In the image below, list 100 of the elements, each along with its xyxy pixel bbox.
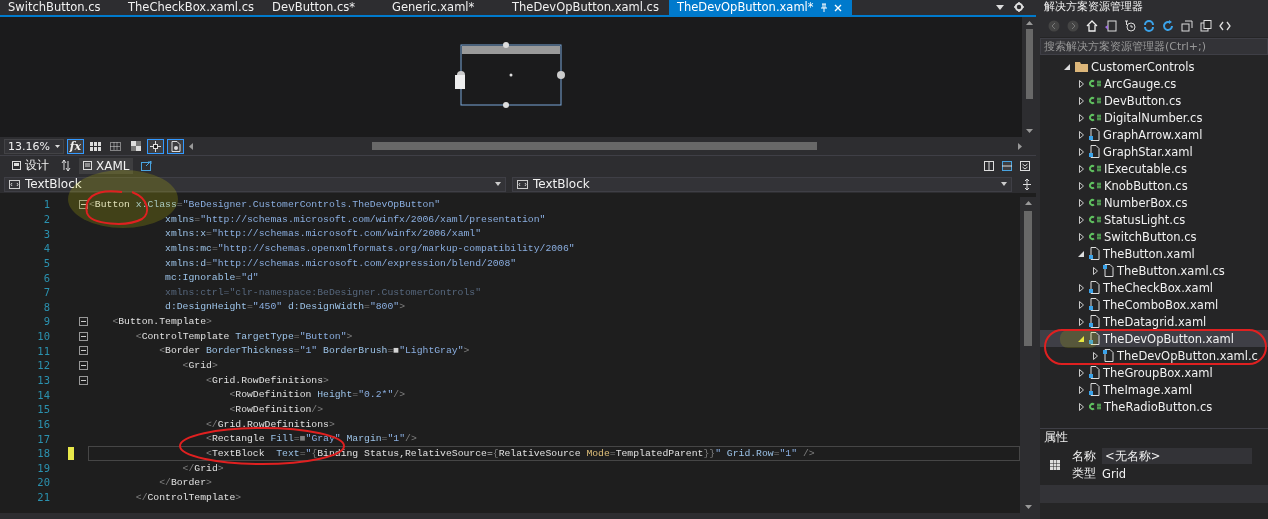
code-line: </Grid.RowDefinitions>	[205, 417, 336, 432]
tree-item[interactable]: TheCheckBox.xaml	[1040, 279, 1268, 296]
code-line: <RowDefinition Height="0.2*"/>	[228, 388, 406, 402]
document-tab[interactable]: TheDevOpButton.xaml.cs	[504, 0, 669, 15]
scroll-down-icon[interactable]	[1024, 505, 1032, 509]
tree-item[interactable]: NumberBox.cs	[1040, 194, 1268, 211]
line-number: 11	[36, 344, 50, 357]
member-dropdown[interactable]: TextBlock	[512, 176, 1012, 192]
collapsed-arrow-icon[interactable]	[1078, 113, 1084, 122]
collapsed-arrow-icon[interactable]	[1078, 164, 1084, 173]
code-line: xmlns="http://schemas.microsoft.com/winfx/2006/xaml/presentation"	[164, 212, 547, 227]
tree-item[interactable]: DigitalNumber.cs	[1040, 109, 1268, 126]
pin-icon[interactable]	[819, 3, 828, 12]
collapse-pane-icon[interactable]	[1020, 160, 1030, 171]
sync-icon[interactable]	[1143, 20, 1155, 32]
collapsed-arrow-icon[interactable]	[1092, 266, 1098, 275]
collapsed-arrow-icon[interactable]	[1078, 181, 1084, 190]
tree-item[interactable]: TheDatagrid.xaml	[1040, 313, 1268, 330]
tree-item[interactable]: GraphArrow.xaml	[1040, 126, 1268, 143]
collapsed-arrow-icon[interactable]	[1078, 283, 1084, 292]
tree-item[interactable]: DevButton.cs	[1040, 92, 1268, 109]
refresh-icon[interactable]	[1162, 20, 1174, 32]
expanded-arrow-icon[interactable]	[1078, 335, 1084, 342]
collapsed-arrow-icon[interactable]	[1078, 402, 1084, 411]
code-line: xmlns:d="http://schemas.microsoft.com/expression/blend/2008"	[164, 256, 518, 271]
fold-toggle[interactable]	[79, 375, 88, 385]
snap-button[interactable]	[147, 138, 164, 154]
view-tab[interactable]: 设计	[8, 156, 53, 175]
document-tab[interactable]: DevButton.cs*	[264, 0, 385, 15]
scrollbar-thumb[interactable]	[1024, 211, 1032, 346]
horizontal-split-icon[interactable]	[1002, 160, 1012, 171]
collapsed-arrow-icon[interactable]	[1078, 385, 1084, 394]
fold-toggle[interactable]	[79, 199, 88, 209]
scroll-right-icon[interactable]	[1018, 142, 1022, 150]
grid-icon	[90, 141, 101, 151]
line-number: 5	[42, 256, 50, 269]
zoom-dropdown[interactable]: 13.16%	[4, 138, 64, 154]
fold-toggle[interactable]	[79, 331, 88, 341]
tree-item[interactable]: StatusLight.cs	[1040, 211, 1268, 228]
collapsed-arrow-icon[interactable]	[1092, 351, 1098, 360]
tree-item[interactable]: TheButton.xaml	[1040, 245, 1268, 262]
collapsed-arrow-icon[interactable]	[1078, 317, 1084, 326]
grid-icon[interactable]	[1050, 459, 1060, 470]
code-line: </ControlTemplate>	[134, 490, 243, 505]
swap-arrows-icon[interactable]	[61, 160, 71, 171]
search-field[interactable]: 搜索解决方案资源管理器(Ctrl+;)	[1040, 38, 1268, 55]
collapsed-arrow-icon[interactable]	[1078, 215, 1084, 224]
solution-icon[interactable]	[1105, 20, 1117, 32]
document-tab[interactable]: TheDevOpButton.xaml*	[668, 0, 852, 15]
collapsed-arrow-icon[interactable]	[1078, 96, 1084, 105]
document-tab[interactable]: SwitchButton.cs	[0, 0, 120, 15]
scroll-down-icon[interactable]	[1025, 129, 1033, 133]
tree-item[interactable]: CustomerControls	[1040, 58, 1268, 75]
tree-item[interactable]: KnobButton.cs	[1040, 177, 1268, 194]
document-tab[interactable]: TheCheckBox.xaml.cs	[120, 0, 265, 15]
tree-item[interactable]: ArcGauge.cs	[1040, 75, 1268, 92]
fold-toggle[interactable]	[79, 346, 88, 356]
scroll-left-icon[interactable]	[189, 142, 193, 150]
scrollbar-thumb[interactable]	[372, 142, 817, 150]
collapsed-arrow-icon[interactable]	[1078, 130, 1084, 139]
tree-item[interactable]: GraphStar.xaml	[1040, 143, 1268, 160]
code-line: <Button.Template>	[111, 315, 213, 329]
collapsed-arrow-icon[interactable]	[1078, 300, 1084, 309]
collapsed-arrow-icon[interactable]	[1078, 232, 1084, 241]
tree-item[interactable]: TheImage.xaml	[1040, 381, 1268, 398]
close-icon[interactable]	[833, 3, 842, 12]
collapsed-arrow-icon[interactable]	[1078, 79, 1084, 88]
scroll-up-icon[interactable]	[1025, 21, 1033, 25]
collapsed-arrow-icon[interactable]	[1078, 147, 1084, 156]
formula-button[interactable]: fx	[67, 138, 84, 154]
vertical-split-icon[interactable]	[984, 160, 994, 171]
split-button[interactable]	[1022, 178, 1032, 190]
document-tab[interactable]: Generic.xaml*	[384, 0, 505, 15]
expanded-arrow-icon[interactable]	[1064, 63, 1070, 70]
tree-item[interactable]: TheComboBox.xaml	[1040, 296, 1268, 313]
expanded-arrow-icon[interactable]	[1078, 250, 1084, 257]
code-icon[interactable]	[1219, 20, 1231, 32]
tree-item[interactable]: SwitchButton.cs	[1040, 228, 1268, 245]
tree-item[interactable]: TheDevOpButton.xaml.c	[1040, 347, 1268, 364]
history-icon[interactable]	[1124, 20, 1136, 32]
fold-toggle[interactable]	[79, 360, 88, 370]
collapsed-arrow-icon[interactable]	[1078, 198, 1084, 207]
name-field[interactable]: <无名称>	[1102, 448, 1252, 464]
copy-icon[interactable]	[1200, 20, 1212, 32]
home-icon[interactable]	[1086, 20, 1098, 32]
element-dropdown[interactable]: TextBlock	[4, 176, 506, 192]
popout-icon[interactable]	[141, 160, 153, 171]
tree-item[interactable]: TheGroupBox.xaml	[1040, 364, 1268, 381]
dropdown-caret-icon[interactable]	[996, 5, 1004, 10]
tree-item[interactable]: IExecutable.cs	[1040, 160, 1268, 177]
collapse-all-icon[interactable]	[1181, 20, 1193, 32]
fold-toggle[interactable]	[79, 316, 88, 326]
settings-icon[interactable]	[1014, 2, 1024, 12]
document-button[interactable]	[167, 138, 184, 154]
view-tab[interactable]: XAML	[79, 157, 134, 174]
scrollbar-thumb[interactable]	[1025, 29, 1033, 99]
tree-item[interactable]: TheRadioButton.cs	[1040, 398, 1268, 415]
collapsed-arrow-icon[interactable]	[1078, 368, 1084, 377]
tree-item[interactable]: TheButton.xaml.cs	[1040, 262, 1268, 279]
scroll-up-icon[interactable]	[1024, 201, 1032, 205]
